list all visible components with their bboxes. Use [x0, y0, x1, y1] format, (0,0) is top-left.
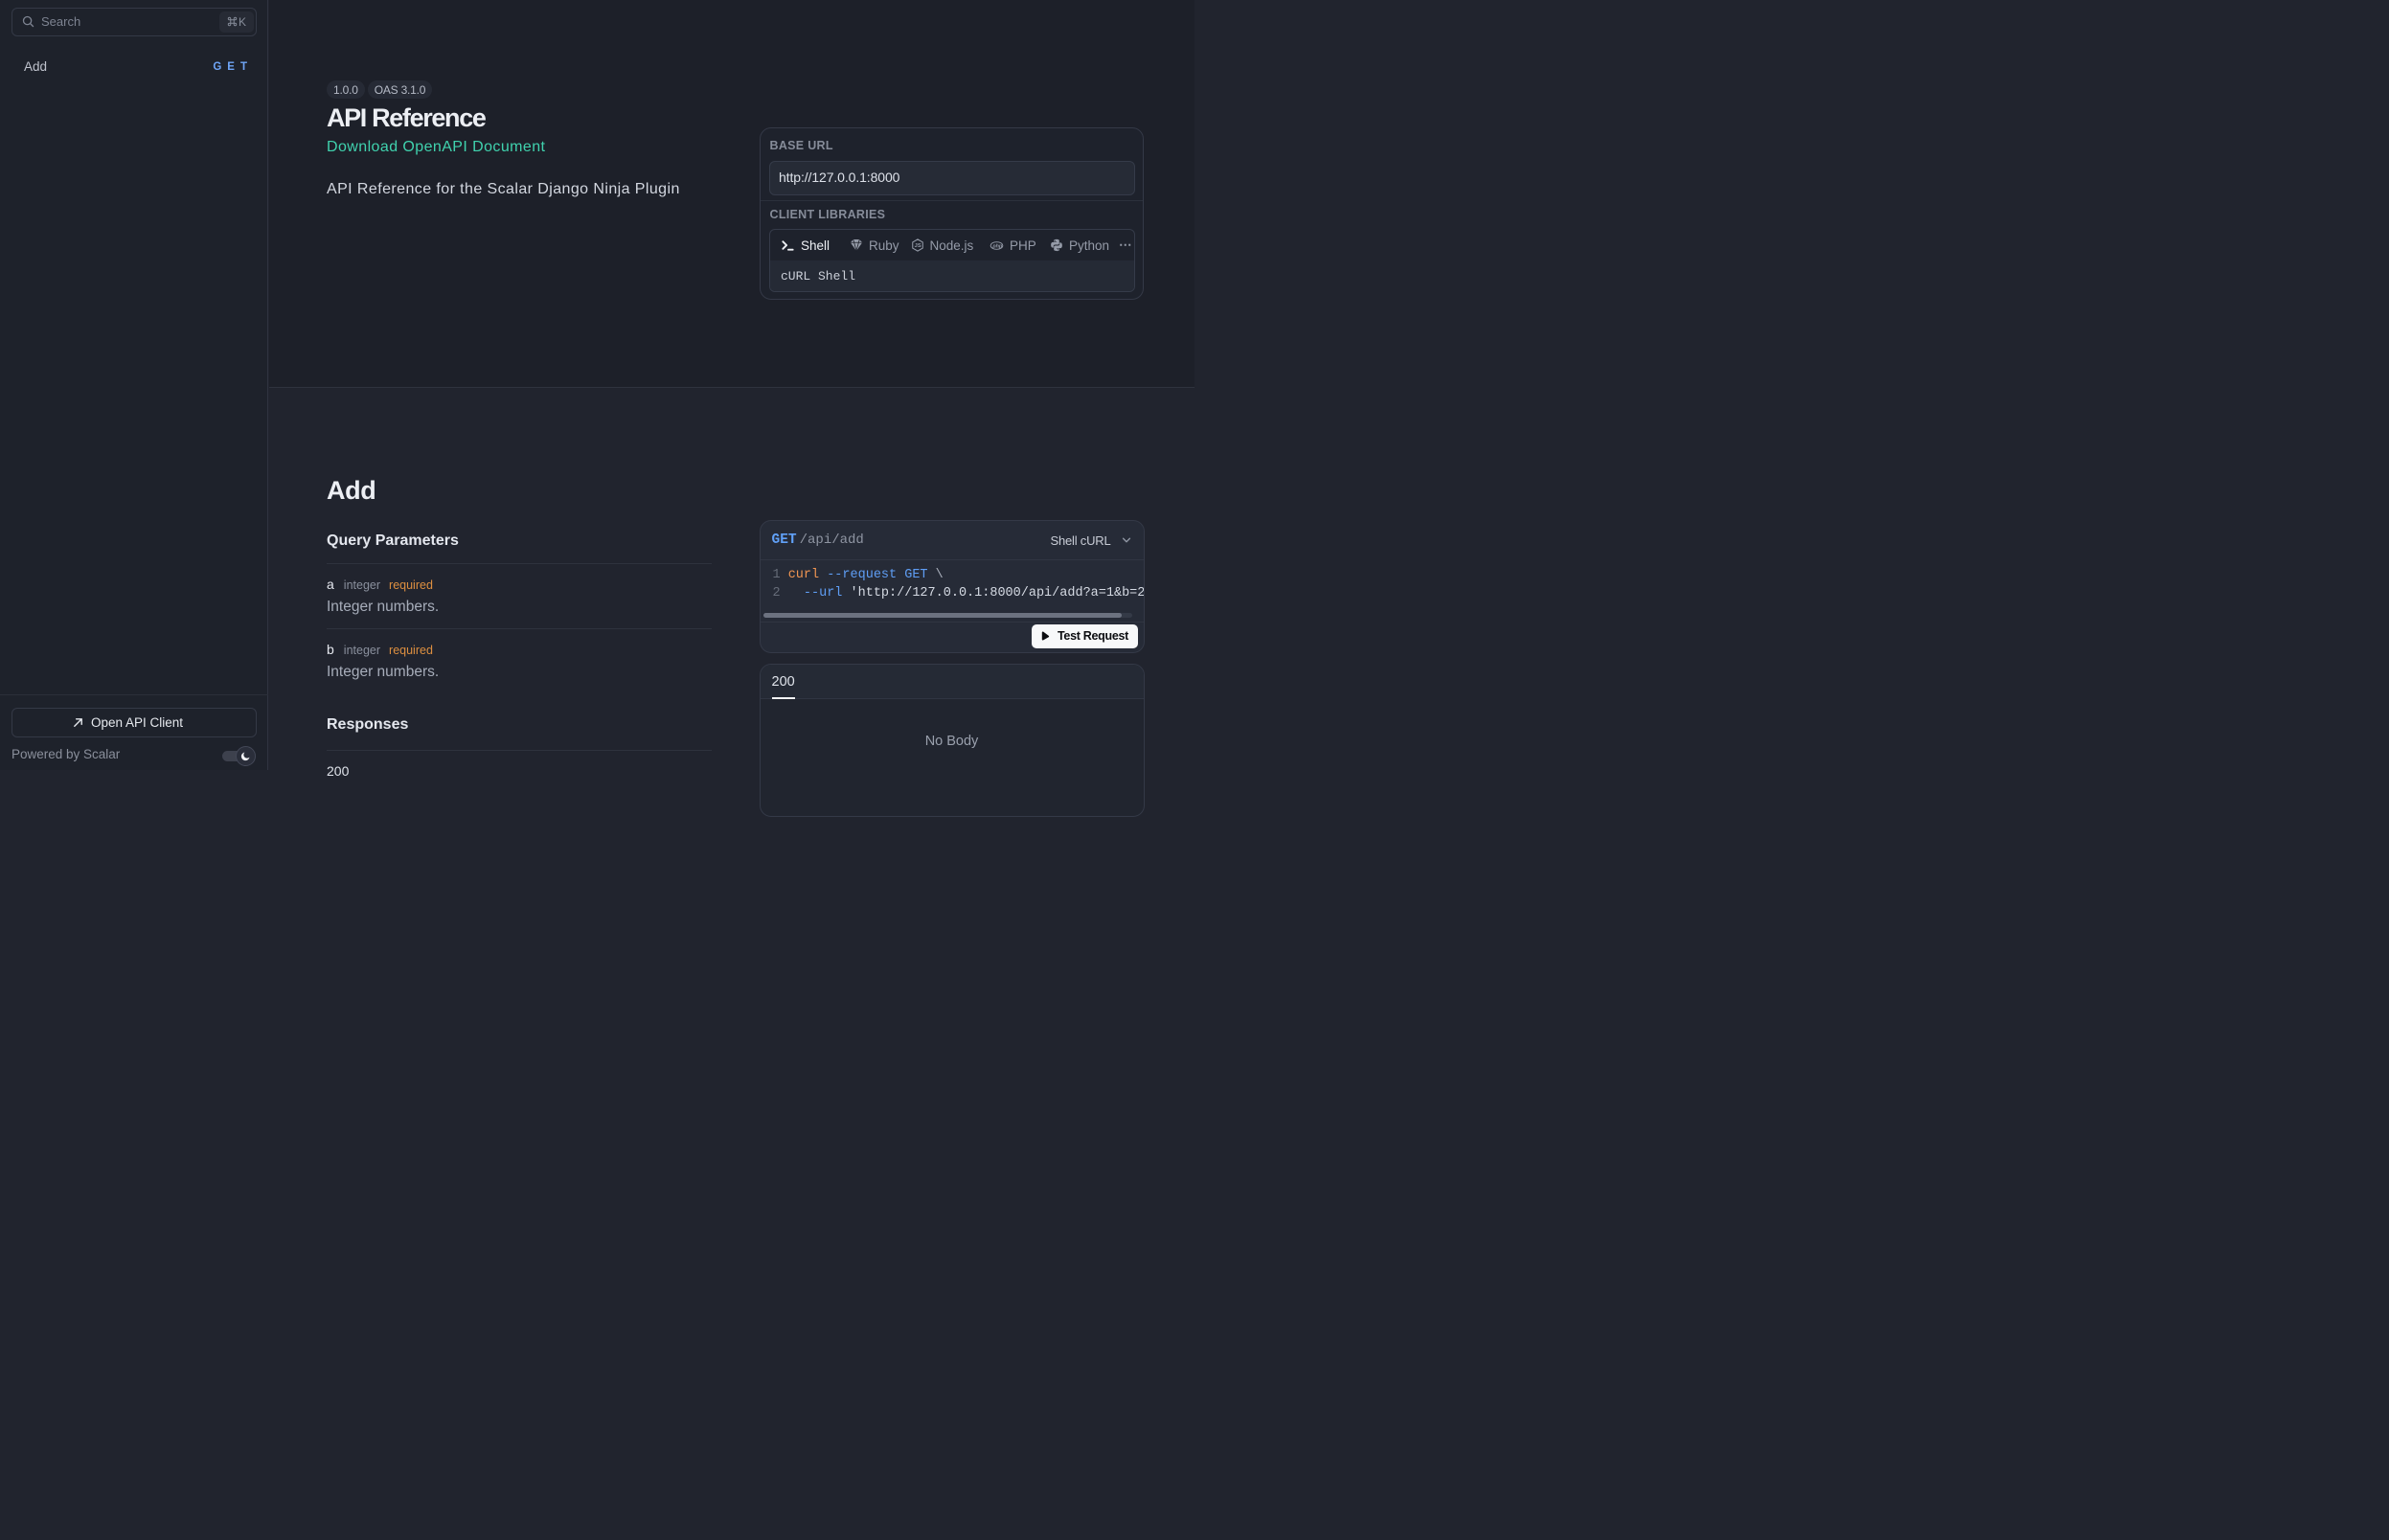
svg-text:php: php [991, 243, 1003, 249]
svg-text:JS: JS [914, 243, 921, 249]
